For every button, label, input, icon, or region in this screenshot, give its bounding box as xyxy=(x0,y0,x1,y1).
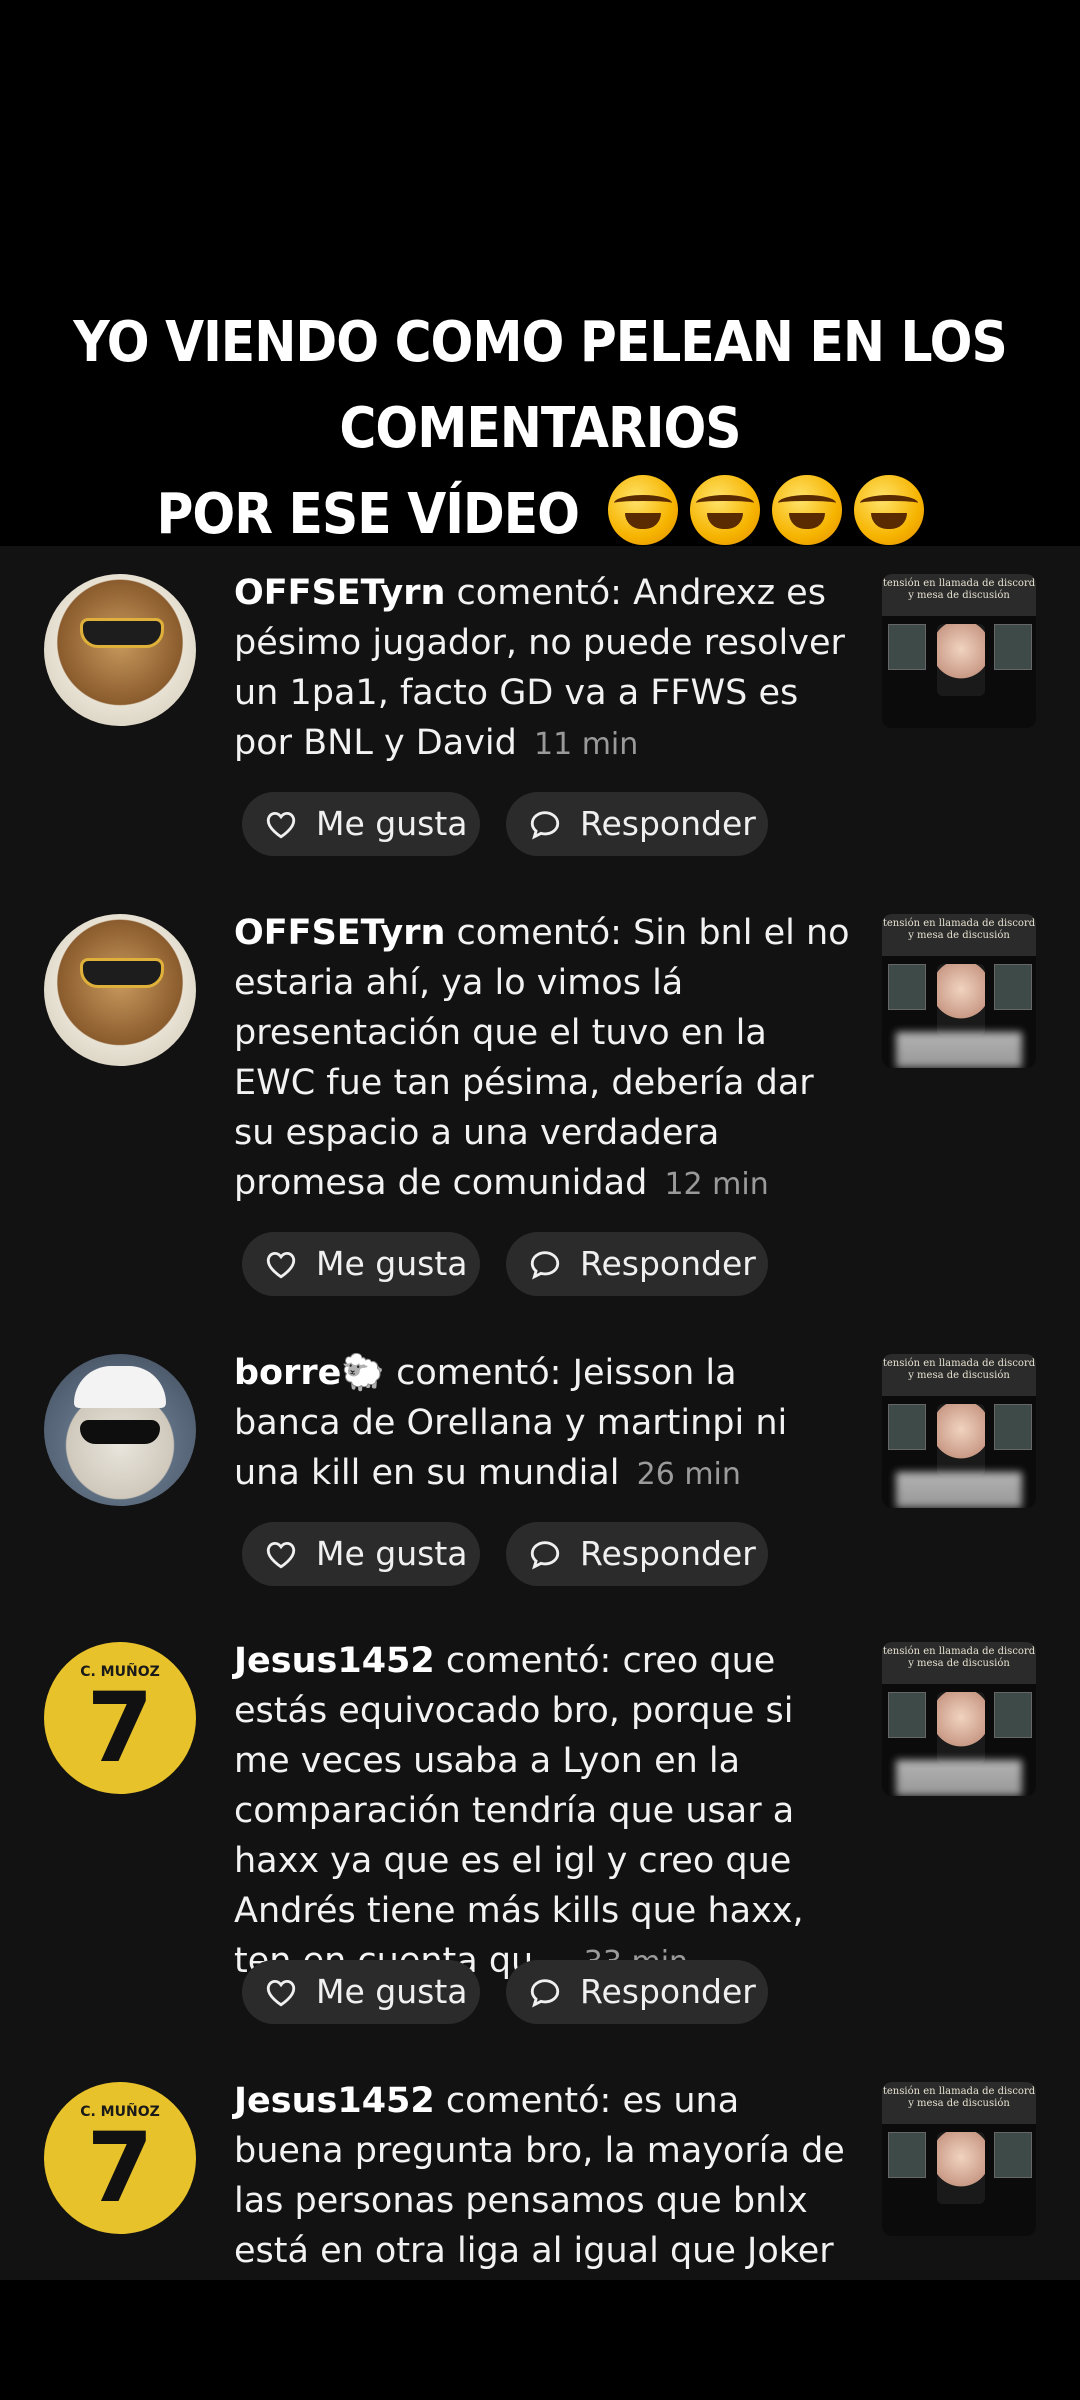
cap-icon xyxy=(74,1366,166,1408)
comment-bubble-icon xyxy=(530,1979,560,2008)
comment-time: 26 min xyxy=(636,1457,741,1492)
sunglasses-icon xyxy=(80,618,164,648)
comment-text: OFFSETyrn comentó: Sin bnl el no estaria… xyxy=(234,908,854,1210)
thumbnail-face xyxy=(937,2132,985,2204)
thumbnail-banner: tensión en llamada de discord y mesa de … xyxy=(882,2082,1036,2124)
reply-button[interactable]: Responder xyxy=(506,1232,768,1296)
thumbnail-tile xyxy=(888,1404,926,1450)
comment-verb: comentó: xyxy=(456,573,622,613)
comments-panel[interactable]: OFFSETyrn comentó: Andrexz es pésimo jug… xyxy=(0,546,1080,2280)
thumbnail-tile xyxy=(888,964,926,1010)
like-button[interactable]: Me gusta xyxy=(242,792,480,856)
heart-icon xyxy=(266,1541,296,1569)
avatar[interactable] xyxy=(44,914,196,1066)
thumbnail-tile xyxy=(888,2132,926,2178)
sunglasses-icon xyxy=(80,958,164,988)
reply-label: Responder xyxy=(580,1972,756,2011)
comment-body: Sin bnl el no estaria ahí, ya lo vimos l… xyxy=(234,913,850,1203)
caption-line-1: YO VIENDO COMO PELEAN EN LOS COMENTARIOS xyxy=(73,310,1007,461)
comment-bubble-icon xyxy=(530,1541,560,1570)
thumbnail-face xyxy=(937,624,985,696)
reply-button[interactable]: Responder xyxy=(506,1522,768,1586)
bottom-bar xyxy=(0,2280,1080,2400)
thumbnail-tile xyxy=(994,1692,1032,1738)
heart-icon xyxy=(266,1979,296,2007)
comment-username[interactable]: OFFSETyrn xyxy=(234,573,445,613)
reply-label: Responder xyxy=(580,1244,756,1283)
thumbnail-tile xyxy=(994,964,1032,1010)
comment-body: creo que estás equivocado bro, porque si… xyxy=(234,1641,804,1981)
thumbnail-tile xyxy=(994,1404,1032,1450)
reply-button[interactable]: Responder xyxy=(506,1960,768,2024)
rofl-emoji-icon xyxy=(771,475,842,545)
thumbnail-tile xyxy=(994,2132,1032,2178)
comment-text: Jesus1452 comentó: es una buena pregunta… xyxy=(234,2076,854,2280)
comment-bubble-icon xyxy=(530,811,560,840)
comment-time: 11 min xyxy=(534,727,639,762)
comment-username[interactable]: Jesus1452 xyxy=(234,2081,435,2121)
comment-text: Jesus1452 comentó: creo que estás equivo… xyxy=(234,1636,854,1988)
rofl-emoji-icon xyxy=(607,475,678,545)
video-thumbnail[interactable]: tensión en llamada de discord y mesa de … xyxy=(882,914,1036,1068)
thumbnail-banner: tensión en llamada de discord y mesa de … xyxy=(882,1354,1036,1396)
comment-bubble-icon xyxy=(530,1251,560,1280)
comment-verb: comentó: xyxy=(445,2081,612,2121)
rofl-emoji-icon xyxy=(853,475,924,545)
video-thumbnail[interactable]: tensión en llamada de discord y mesa de … xyxy=(882,1354,1036,1508)
reply-label: Responder xyxy=(580,1534,756,1573)
thumbnail-tile xyxy=(994,624,1032,670)
like-label: Me gusta xyxy=(316,1534,468,1573)
avatar[interactable] xyxy=(44,574,196,726)
thumbnail-blur xyxy=(896,1472,1022,1508)
like-label: Me gusta xyxy=(316,1244,468,1283)
comment-verb: comentó: xyxy=(456,913,622,953)
thumbnail-face xyxy=(937,964,985,1036)
video-caption: YO VIENDO COMO PELEAN EN LOS COMENTARIOS… xyxy=(0,300,1080,558)
thumbnail-banner: tensión en llamada de discord y mesa de … xyxy=(882,914,1036,956)
comment-time: 12 min xyxy=(664,1167,769,1202)
avatar[interactable]: C. MUÑOZ 7 xyxy=(44,1642,196,1794)
avatar[interactable]: C. MUÑOZ 7 xyxy=(44,2082,196,2234)
like-button[interactable]: Me gusta xyxy=(242,1960,480,2024)
comment-username[interactable]: borre🐑 xyxy=(234,1353,385,1393)
jersey-number: 7 xyxy=(86,1672,154,1784)
heart-icon xyxy=(266,1251,296,1279)
video-thumbnail[interactable]: tensión en llamada de discord y mesa de … xyxy=(882,2082,1036,2236)
thumbnail-banner: tensión en llamada de discord y mesa de … xyxy=(882,574,1036,616)
comment-verb: comentó: xyxy=(396,1353,562,1393)
thumbnail-face xyxy=(937,1692,985,1764)
like-button[interactable]: Me gusta xyxy=(242,1232,480,1296)
comment-username[interactable]: OFFSETyrn xyxy=(234,913,445,953)
thumbnail-tile xyxy=(888,624,926,670)
like-label: Me gusta xyxy=(316,804,468,843)
comment-text: borre🐑 comentó: Jeisson la banca de Orel… xyxy=(234,1348,854,1500)
thumbnail-blur xyxy=(896,1032,1022,1068)
comment-verb: comentó: xyxy=(445,1641,612,1681)
comment-username[interactable]: Jesus1452 xyxy=(234,1641,435,1681)
comment-text: OFFSETyrn comentó: Andrexz es pésimo jug… xyxy=(234,568,854,770)
reply-button[interactable]: Responder xyxy=(506,792,768,856)
thumbnail-tile xyxy=(888,1692,926,1738)
avatar[interactable] xyxy=(44,1354,196,1506)
heart-icon xyxy=(266,811,296,839)
reply-label: Responder xyxy=(580,804,756,843)
sunglasses-icon xyxy=(80,1420,160,1444)
thumbnail-banner: tensión en llamada de discord y mesa de … xyxy=(882,1642,1036,1684)
video-thumbnail[interactable]: tensión en llamada de discord y mesa de … xyxy=(882,574,1036,728)
like-button[interactable]: Me gusta xyxy=(242,1522,480,1586)
rofl-emoji-icon xyxy=(689,475,760,545)
video-thumbnail[interactable]: tensión en llamada de discord y mesa de … xyxy=(882,1642,1036,1796)
jersey-number: 7 xyxy=(86,2112,154,2224)
thumbnail-face xyxy=(937,1404,985,1476)
thumbnail-blur xyxy=(896,1760,1022,1796)
like-label: Me gusta xyxy=(316,1972,468,2011)
